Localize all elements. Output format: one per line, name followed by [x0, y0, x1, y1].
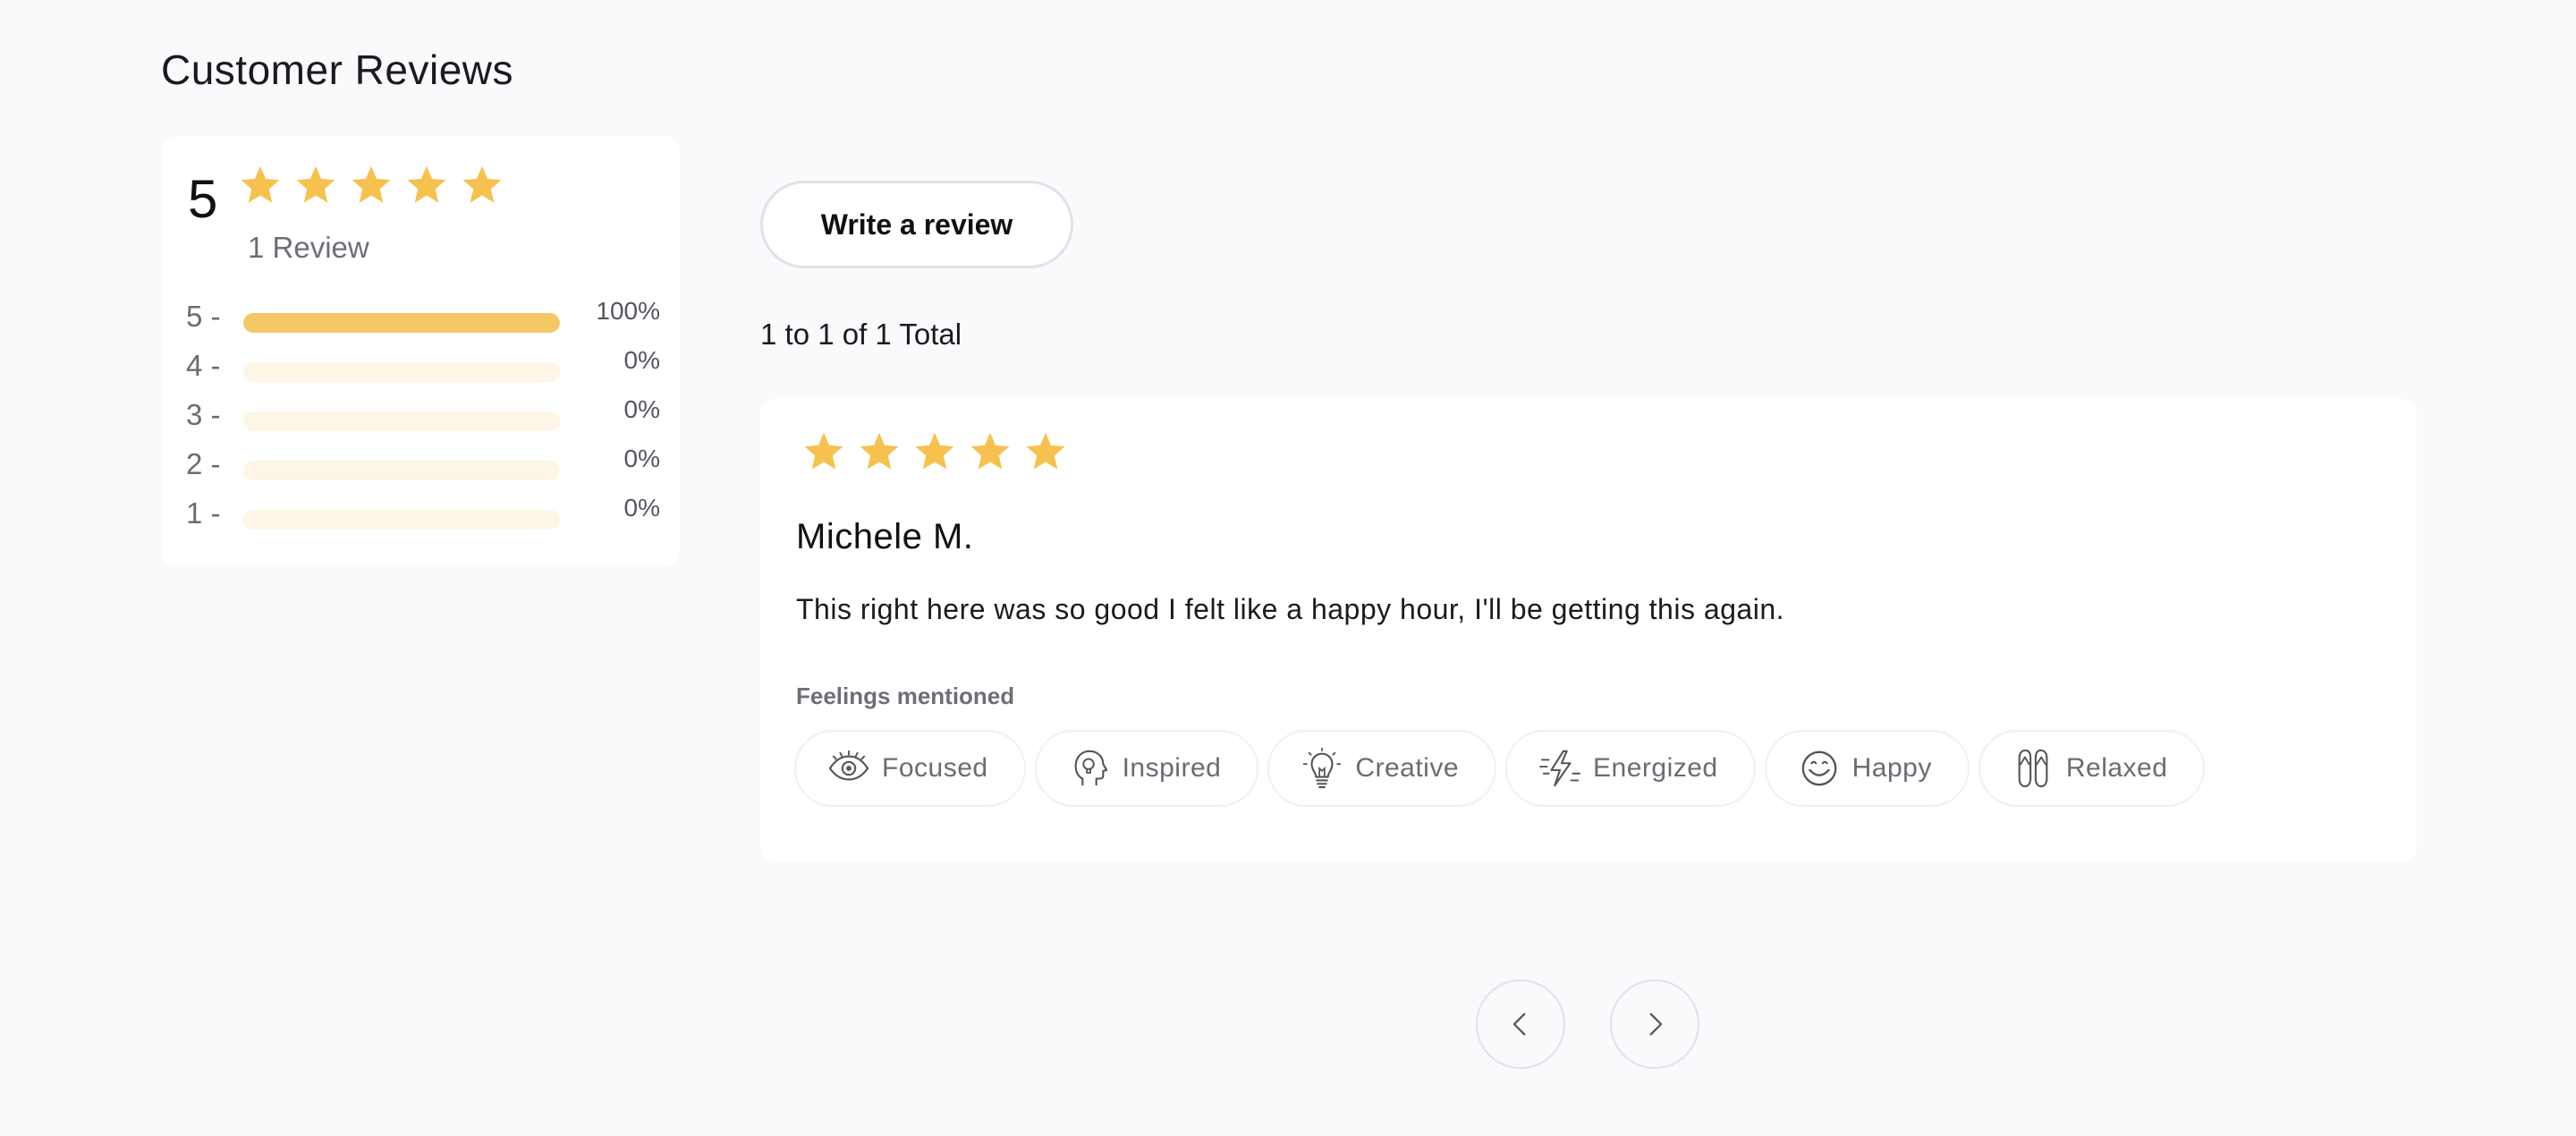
- feeling-chip-relaxed: Relaxed: [1978, 730, 2206, 807]
- feelings-list: Focused Inspired Creative Energized Happy Rel…: [794, 730, 2206, 807]
- rating-distribution-row: 5 - 100%: [186, 297, 660, 335]
- feeling-chip-happy: Happy: [1764, 730, 1970, 807]
- feeling-chip-energized: Energized: [1505, 730, 1756, 807]
- star-icon: [241, 165, 280, 203]
- rating-bar-track: [243, 313, 560, 333]
- star-icon: [1026, 432, 1065, 470]
- rating-bar-fill: [243, 313, 560, 333]
- smiley-icon: [1799, 748, 1840, 789]
- write-review-button[interactable]: Write a review: [760, 181, 1073, 268]
- rating-percent: 100%: [596, 297, 660, 325]
- rating-bar-track: [243, 510, 560, 530]
- feeling-chip-focused: Focused: [794, 730, 1026, 807]
- rating-percent: 0%: [623, 494, 660, 521]
- review-count: 1 Review: [248, 231, 369, 264]
- feelings-heading: Feelings mentioned: [796, 682, 1015, 709]
- lightbulb-icon: [1301, 748, 1343, 789]
- rating-level-label: 2 -: [186, 447, 221, 480]
- feeling-chip-inspired: Inspired: [1034, 730, 1259, 807]
- rating-distribution-row: 4 - 0%: [186, 346, 660, 384]
- rating-distribution-row: 1 - 0%: [186, 494, 660, 531]
- review-text: This right here was so good I felt like …: [796, 593, 1785, 625]
- feeling-label: Energized: [1593, 753, 1718, 783]
- star-icon: [970, 432, 1010, 470]
- rating-level-label: 4 -: [186, 349, 221, 382]
- eye-icon: [828, 748, 869, 789]
- head-idea-icon: [1069, 748, 1110, 789]
- chevron-right-icon: [1640, 1009, 1670, 1039]
- rating-level-label: 5 -: [186, 300, 221, 333]
- star-icon: [804, 432, 843, 470]
- rating-bar-track: [243, 461, 560, 480]
- next-page-button[interactable]: [1610, 979, 1699, 1069]
- star-icon: [407, 165, 446, 203]
- star-icon: [296, 165, 335, 203]
- previous-page-button[interactable]: [1476, 979, 1565, 1069]
- rating-percent: 0%: [623, 395, 660, 423]
- star-icon: [462, 165, 502, 203]
- star-icon: [860, 432, 899, 470]
- feeling-label: Focused: [882, 753, 988, 783]
- rating-distribution-row: 2 - 0%: [186, 445, 660, 482]
- rating-level-label: 1 -: [186, 496, 221, 530]
- star-icon: [352, 165, 391, 203]
- rating-bar-track: [243, 411, 560, 431]
- star-icon: [915, 432, 954, 470]
- feeling-label: Inspired: [1122, 753, 1222, 783]
- flip-flops-icon: [2012, 748, 2054, 789]
- rating-percent: 0%: [623, 445, 660, 472]
- feeling-chip-creative: Creative: [1267, 730, 1497, 807]
- rating-level-label: 3 -: [186, 398, 221, 431]
- page-title: Customer Reviews: [161, 47, 513, 93]
- results-total: 1 to 1 of 1 Total: [760, 318, 962, 351]
- feeling-label: Relaxed: [2065, 753, 2168, 783]
- rating-distribution-row: 3 - 0%: [186, 395, 660, 433]
- rating-bar-track: [243, 362, 560, 382]
- rating-percent: 0%: [623, 346, 660, 374]
- feeling-label: Creative: [1355, 753, 1460, 783]
- chevron-left-icon: [1505, 1009, 1536, 1039]
- lightning-icon: [1539, 748, 1581, 789]
- reviewer-name: Michele M.: [796, 517, 974, 556]
- review-rating-stars: [801, 429, 1068, 474]
- feeling-label: Happy: [1852, 753, 1932, 783]
- average-rating-value: 5: [188, 169, 218, 229]
- average-rating-stars: [238, 163, 504, 208]
